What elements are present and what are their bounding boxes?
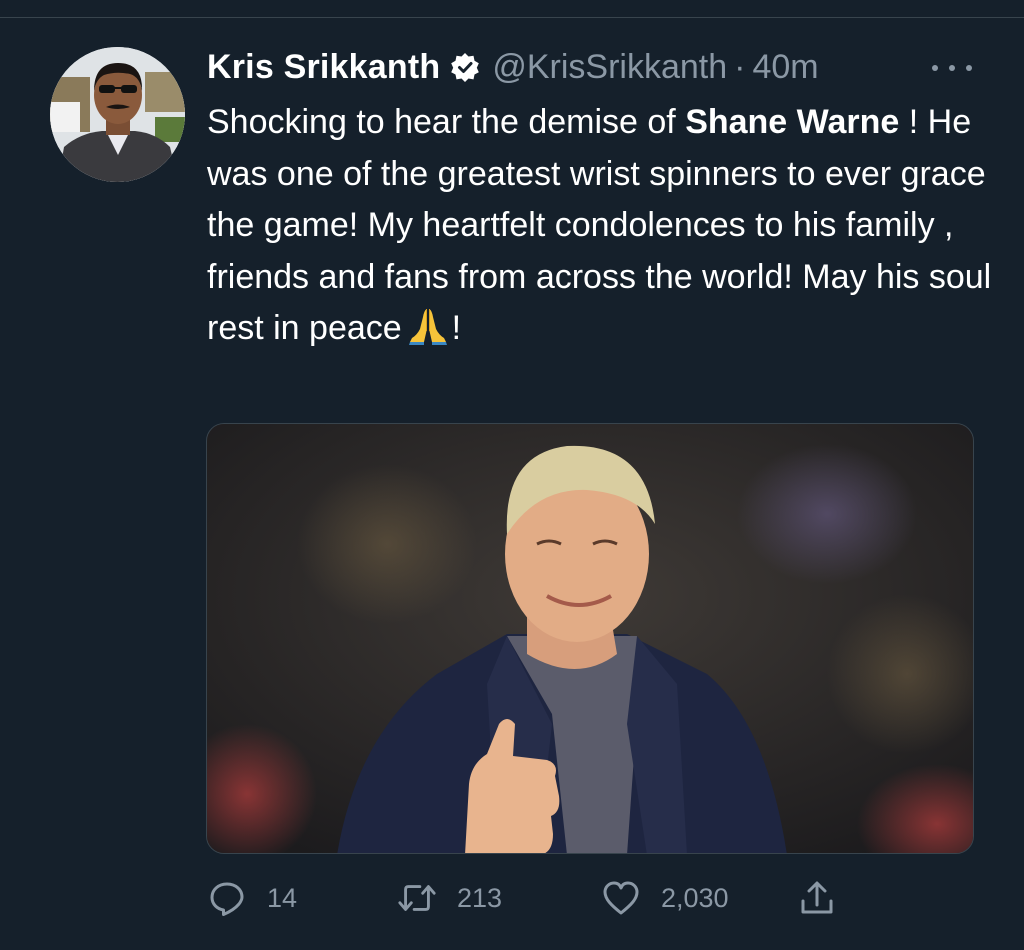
author-avatar[interactable] xyxy=(50,47,185,182)
folded-hands-emoji-icon xyxy=(408,307,448,345)
verified-badge-icon xyxy=(450,52,480,82)
avatar-photo-icon xyxy=(50,47,185,182)
like-button[interactable]: 2,030 xyxy=(601,872,729,924)
share-icon xyxy=(797,878,837,918)
tweet-media-photo[interactable] xyxy=(206,423,974,854)
reply-button[interactable]: 14 xyxy=(207,872,297,924)
reply-count: 14 xyxy=(267,882,298,913)
tweet-actions: 14 213 2,030 xyxy=(207,872,907,924)
retweet-icon xyxy=(397,878,437,918)
share-button[interactable] xyxy=(797,872,837,924)
tweet-text-part3: ! xyxy=(451,309,462,347)
author-handle[interactable]: @KrisSrikkanth xyxy=(492,48,727,87)
mention-shane-warne: Shane Warne xyxy=(685,103,900,141)
retweet-button[interactable]: 213 xyxy=(397,872,502,924)
reply-icon xyxy=(207,878,247,918)
top-divider xyxy=(0,17,1024,18)
retweet-count: 213 xyxy=(457,882,503,913)
tweet-text-part1: Shocking to hear the demise of xyxy=(207,103,686,141)
author-name[interactable]: Kris Srikkanth xyxy=(207,48,440,87)
tweet-header: Kris Srikkanth @KrisSrikkanth · 40m xyxy=(207,40,987,94)
thumbs-up-man-photo-icon xyxy=(207,424,973,853)
more-options-icon[interactable] xyxy=(932,58,972,78)
like-icon xyxy=(601,878,641,918)
tweet-time[interactable]: 40m xyxy=(752,48,818,87)
separator-dot: · xyxy=(734,47,746,86)
like-count: 2,030 xyxy=(661,882,729,913)
tweet-text: Shocking to hear the demise of Shane War… xyxy=(207,97,997,355)
